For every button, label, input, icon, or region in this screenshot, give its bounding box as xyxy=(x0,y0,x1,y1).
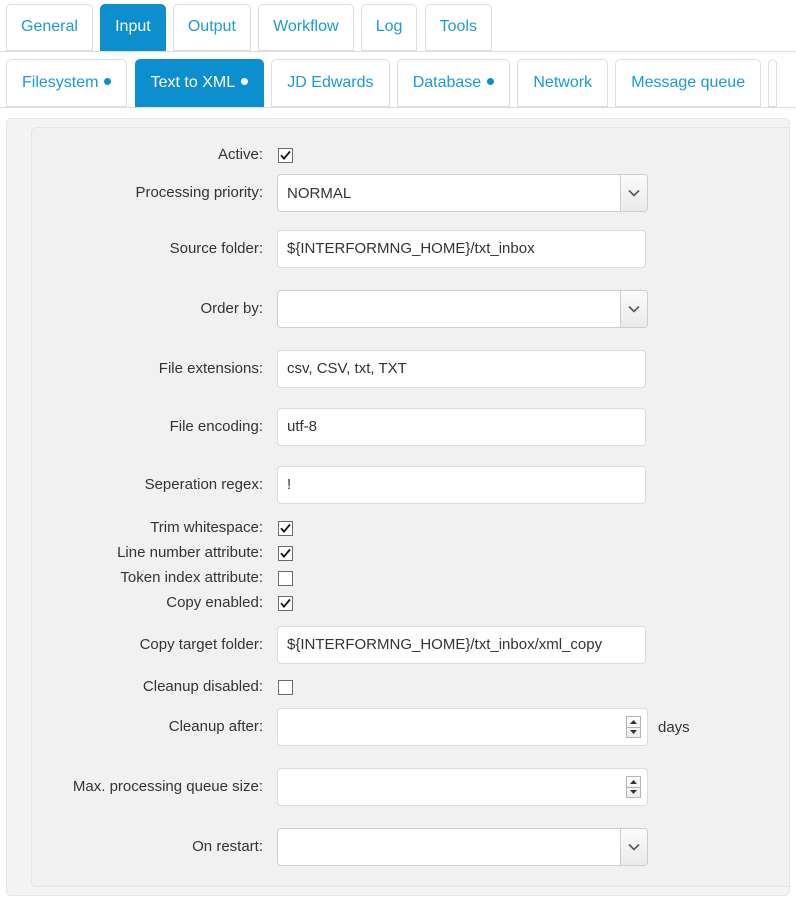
chevron-down-icon[interactable] xyxy=(620,829,647,865)
tab-log[interactable]: Log xyxy=(360,4,418,51)
field-row-token-index-attribute: Token index attribute: xyxy=(32,569,789,587)
subtab-text-to-xml[interactable]: Text to XML xyxy=(134,59,265,107)
field-row-max-processing-queue-size: Max. processing queue size: xyxy=(32,768,789,806)
select-processing-priority[interactable]: NORMAL xyxy=(277,174,648,212)
field-row-copy-target-folder: Copy target folder: ${INTERFORMNG_HOME}/… xyxy=(32,626,789,664)
suffix-cleanup-after-days: days xyxy=(658,718,690,736)
status-dot-icon xyxy=(487,78,495,86)
checkbox-token-index-attribute[interactable] xyxy=(278,570,293,586)
subtab-jd-edwards-label: JD Edwards xyxy=(287,74,374,91)
tab-general-label: General xyxy=(21,18,78,35)
chevron-down-icon[interactable] xyxy=(620,291,647,327)
label-file-encoding: File encoding: xyxy=(169,418,263,435)
select-on-restart[interactable] xyxy=(277,828,648,866)
settings-fieldset: Active: Processing priority: NORMAL Sour… xyxy=(31,127,789,887)
input-source-folder[interactable]: ${INTERFORMNG_HOME}/txt_inbox xyxy=(277,230,646,268)
primary-tab-bar: General Input Output Workflow Log Tools xyxy=(0,0,796,52)
field-row-file-extensions: File extensions: csv, CSV, txt, TXT xyxy=(32,350,789,388)
label-active: Active: xyxy=(217,146,263,163)
content-panel: Active: Processing priority: NORMAL Sour… xyxy=(6,118,790,896)
secondary-tab-bar: Filesystem Text to XML JD Edwards Databa… xyxy=(0,52,796,108)
input-copy-target-folder[interactable]: ${INTERFORMNG_HOME}/txt_inbox/xml_copy xyxy=(277,626,646,664)
field-row-trim-whitespace: Trim whitespace: xyxy=(32,519,789,537)
field-row-processing-priority: Processing priority: NORMAL xyxy=(32,174,789,212)
label-copy-enabled: Copy enabled: xyxy=(166,594,263,611)
tab-workflow[interactable]: Workflow xyxy=(258,4,354,51)
label-order-by: Order by: xyxy=(200,300,263,317)
label-max-processing-queue-size: Max. processing queue size: xyxy=(72,778,263,795)
subtab-filesystem-label: Filesystem xyxy=(22,74,99,91)
label-line-number-attribute: Line number attribute: xyxy=(117,544,263,561)
tab-input-label: Input xyxy=(115,18,151,35)
subtab-database-label: Database xyxy=(412,74,482,91)
checkbox-active[interactable] xyxy=(278,147,293,163)
label-processing-priority: Processing priority: xyxy=(135,184,263,201)
label-trim-whitespace: Trim whitespace: xyxy=(150,519,263,536)
label-cleanup-disabled: Cleanup disabled: xyxy=(142,678,263,695)
tab-output[interactable]: Output xyxy=(172,4,251,51)
spinner-cleanup-after[interactable] xyxy=(277,708,648,746)
input-file-encoding[interactable]: utf-8 xyxy=(277,408,646,446)
tab-log-label: Log xyxy=(375,18,403,35)
input-seperation-regex[interactable]: ! xyxy=(277,466,646,504)
subtab-text-to-xml-label: Text to XML xyxy=(150,74,236,91)
stepper-icon[interactable] xyxy=(626,716,641,738)
field-row-source-folder: Source folder: ${INTERFORMNG_HOME}/txt_i… xyxy=(32,230,789,268)
field-row-on-restart: On restart: xyxy=(32,828,789,866)
subtab-message-queue-label: Message queue xyxy=(631,74,746,91)
field-row-seperation-regex: Seperation regex: ! xyxy=(32,466,789,504)
select-order-by[interactable] xyxy=(277,290,648,328)
field-row-cleanup-after: Cleanup after: days xyxy=(32,708,789,746)
select-processing-priority-value: NORMAL xyxy=(287,184,352,202)
status-dot-icon xyxy=(241,78,249,86)
stepper-icon[interactable] xyxy=(626,776,641,798)
tab-tools[interactable]: Tools xyxy=(424,4,492,51)
checkbox-line-number-attribute[interactable] xyxy=(278,545,293,561)
label-seperation-regex: Seperation regex: xyxy=(144,476,263,493)
field-row-file-encoding: File encoding: utf-8 xyxy=(32,408,789,446)
checkbox-copy-enabled[interactable] xyxy=(278,595,293,611)
tab-workflow-label: Workflow xyxy=(273,18,339,35)
label-token-index-attribute: Token index attribute: xyxy=(120,569,263,586)
subtab-network-label: Network xyxy=(533,74,593,91)
field-row-line-number-attribute: Line number attribute: xyxy=(32,544,789,562)
tab-tools-label: Tools xyxy=(439,18,477,35)
stepper-up-icon[interactable] xyxy=(627,717,640,727)
tab-input[interactable]: Input xyxy=(100,4,166,51)
subtab-jd-edwards[interactable]: JD Edwards xyxy=(271,59,390,107)
stepper-down-icon[interactable] xyxy=(627,786,640,798)
label-copy-target-folder: Copy target folder: xyxy=(139,636,263,653)
subtab-network[interactable]: Network xyxy=(517,59,609,107)
label-source-folder: Source folder: xyxy=(169,240,263,257)
field-row-cleanup-disabled: Cleanup disabled: xyxy=(32,678,789,696)
spinner-max-processing-queue-size[interactable] xyxy=(277,768,648,806)
status-dot-icon xyxy=(104,78,112,86)
tab-output-label: Output xyxy=(187,18,236,35)
tab-general[interactable]: General xyxy=(6,4,93,51)
subtab-overflow-partial[interactable] xyxy=(768,59,778,107)
stepper-up-icon[interactable] xyxy=(627,777,640,787)
field-row-active: Active: xyxy=(32,146,789,164)
checkbox-trim-whitespace[interactable] xyxy=(278,520,293,536)
chevron-down-icon[interactable] xyxy=(620,175,647,211)
subtab-message-queue[interactable]: Message queue xyxy=(615,59,762,107)
label-cleanup-after: Cleanup after: xyxy=(168,718,263,735)
label-file-extensions: File extensions: xyxy=(158,360,263,377)
checkbox-cleanup-disabled[interactable] xyxy=(278,679,293,695)
stepper-down-icon[interactable] xyxy=(627,726,640,738)
subtab-database[interactable]: Database xyxy=(396,59,511,107)
field-row-order-by: Order by: xyxy=(32,290,789,328)
label-on-restart: On restart: xyxy=(192,838,263,855)
input-file-extensions[interactable]: csv, CSV, txt, TXT xyxy=(277,350,646,388)
subtab-filesystem[interactable]: Filesystem xyxy=(6,59,128,107)
field-row-copy-enabled: Copy enabled: xyxy=(32,594,789,612)
